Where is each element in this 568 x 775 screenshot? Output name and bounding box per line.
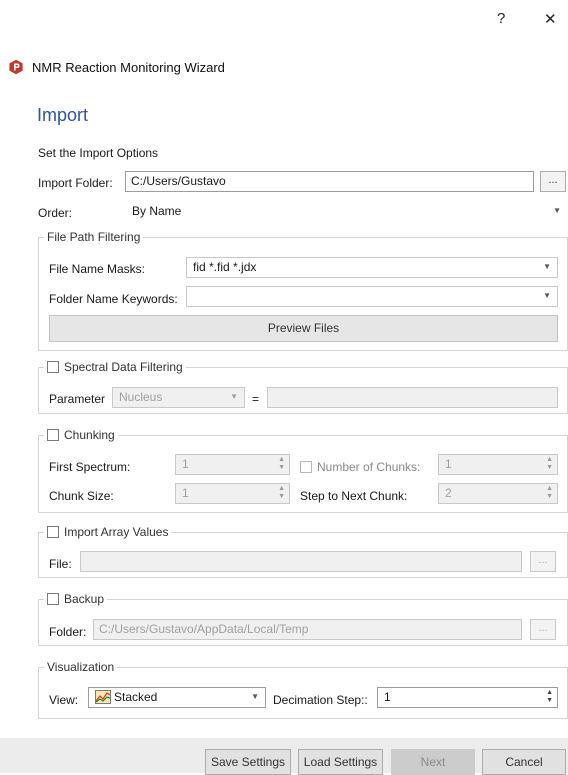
page-subtitle: Set the Import Options (38, 146, 159, 160)
parameter-label: Parameter (49, 392, 106, 406)
folder-name-keywords-select[interactable]: ▼ (186, 286, 558, 307)
chunk-size-value: 1 (182, 486, 189, 500)
load-settings-button[interactable]: Load Settings (298, 749, 383, 775)
import-folder-input[interactable]: C:/Users/Gustavo (125, 171, 534, 192)
chevron-down-icon: ▼ (251, 692, 259, 701)
import-array-values-header[interactable]: Import Array Values (44, 525, 172, 539)
save-settings-button[interactable]: Save Settings (205, 749, 291, 775)
chunk-size-label: Chunk Size: (49, 489, 114, 503)
spin-arrows-icon[interactable]: ▲ ▼ (546, 689, 553, 705)
order-select[interactable]: By Name ▼ (125, 201, 568, 222)
spin-arrows-icon[interactable]: ▲ ▼ (546, 485, 553, 501)
chunking-checkbox[interactable] (47, 429, 59, 441)
array-file-label: File: (49, 557, 72, 571)
chevron-down-icon: ▼ (553, 206, 561, 215)
view-label: View: (49, 693, 79, 707)
chunking-header[interactable]: Chunking (44, 428, 118, 442)
number-of-chunks-spinbox[interactable]: 1 ▲ ▼ (438, 454, 558, 475)
backup-folder-browse-button[interactable]: ... (530, 619, 556, 640)
backup-title: Backup (64, 592, 105, 606)
decimation-step-label: Decimation Step:: (273, 693, 368, 707)
view-select[interactable]: Stacked ▼ (88, 687, 266, 708)
spin-arrows-icon[interactable]: ▲ ▼ (278, 485, 285, 501)
window-title: NMR Reaction Monitoring Wizard (32, 60, 225, 75)
folder-name-keywords-label: Folder Name Keywords: (49, 292, 178, 306)
visualization-title: Visualization (44, 660, 118, 674)
page-title: Import (37, 105, 89, 125)
parameter-value: Nucleus (119, 390, 163, 404)
first-spectrum-value: 1 (182, 457, 189, 471)
spectral-data-filtering-checkbox[interactable] (47, 361, 59, 373)
spin-arrows-icon[interactable]: ▲ ▼ (546, 456, 553, 472)
import-array-values-checkbox[interactable] (47, 526, 59, 538)
file-path-filtering-title: File Path Filtering (44, 230, 144, 244)
number-of-chunks-checkbox[interactable] (300, 461, 312, 473)
import-folder-label: Import Folder: (38, 176, 113, 190)
parameter-select[interactable]: Nucleus ▼ (112, 387, 245, 408)
stacked-chart-icon (95, 690, 111, 704)
view-value: Stacked (114, 690, 158, 704)
file-name-masks-label: File Name Masks: (49, 262, 146, 276)
array-file-input[interactable] (80, 551, 522, 572)
backup-folder-label: Folder: (49, 625, 87, 639)
file-name-masks-value: fid *.fid *.jdx (193, 260, 257, 274)
number-of-chunks-value: 1 (445, 457, 452, 471)
parameter-value-input[interactable] (267, 387, 558, 408)
chevron-down-icon: ▼ (543, 291, 551, 300)
number-of-chunks-label: Number of Chunks: (317, 460, 421, 474)
step-to-next-chunk-value: 2 (445, 486, 452, 500)
chunk-size-spinbox[interactable]: 1 ▲ ▼ (175, 483, 290, 504)
import-folder-browse-button[interactable]: ... (540, 171, 566, 192)
chevron-down-icon: ▼ (543, 262, 551, 271)
next-button[interactable]: Next (391, 749, 475, 775)
first-spectrum-spinbox[interactable]: 1 ▲ ▼ (175, 454, 290, 475)
order-label: Order: (38, 206, 73, 220)
step-to-next-chunk-spinbox[interactable]: 2 ▲ ▼ (438, 483, 558, 504)
equals-sign: = (252, 392, 260, 406)
chevron-down-icon: ▼ (230, 392, 238, 401)
decimation-step-spinbox[interactable]: 1 ▲ ▼ (377, 687, 558, 708)
file-name-masks-select[interactable]: fid *.fid *.jdx ▼ (186, 257, 558, 278)
backup-checkbox[interactable] (47, 593, 59, 605)
step-to-next-chunk-label: Step to Next Chunk: (300, 489, 408, 503)
order-value: By Name (132, 204, 182, 218)
chunking-title: Chunking (64, 428, 115, 442)
first-spectrum-label: First Spectrum: (49, 460, 131, 474)
array-file-browse-button[interactable]: ... (530, 551, 556, 572)
spin-arrows-icon[interactable]: ▲ ▼ (278, 456, 285, 472)
cancel-button[interactable]: Cancel (482, 749, 566, 775)
spectral-data-filtering-header[interactable]: Spectral Data Filtering (44, 360, 186, 374)
preview-files-button[interactable]: Preview Files (49, 315, 558, 342)
spectral-data-filtering-title: Spectral Data Filtering (64, 360, 183, 374)
import-array-values-title: Import Array Values (64, 525, 169, 539)
app-logo-icon (9, 59, 23, 75)
decimation-step-value: 1 (384, 690, 391, 704)
close-button[interactable]: ✕ (544, 10, 557, 28)
backup-header[interactable]: Backup (44, 592, 108, 606)
number-of-chunks-option[interactable]: Number of Chunks: (300, 460, 421, 474)
help-button[interactable]: ? (497, 10, 505, 27)
backup-folder-input[interactable]: C:/Users/Gustavo/AppData/Local/Temp (93, 619, 522, 640)
